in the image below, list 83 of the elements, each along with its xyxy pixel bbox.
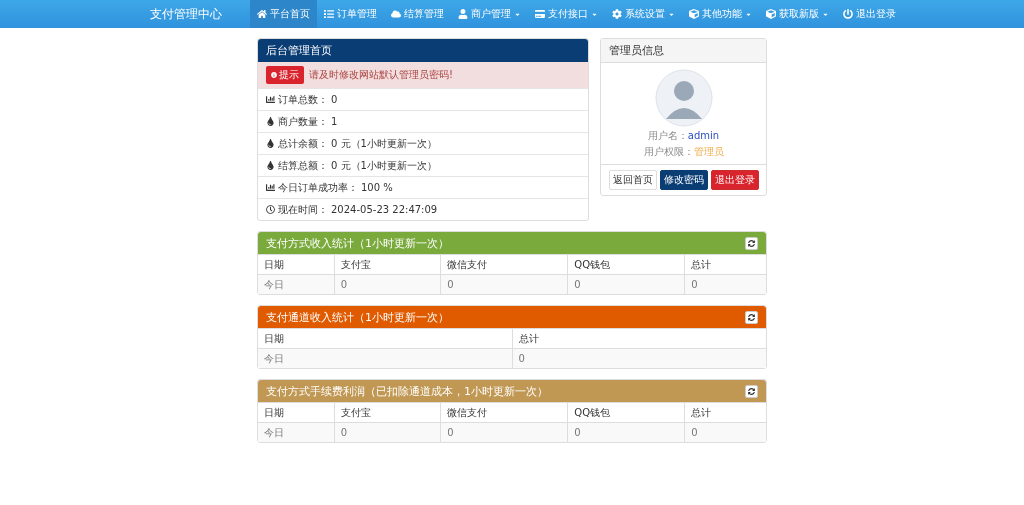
stat-label: 今日订单成功率： xyxy=(278,180,358,195)
power-icon xyxy=(843,9,853,19)
nav-item[interactable]: 订单管理 xyxy=(317,0,384,28)
refresh-button[interactable] xyxy=(745,310,758,324)
stat-label: 现在时间： xyxy=(278,202,328,217)
column-header: 日期 xyxy=(258,402,335,423)
nav-item[interactable]: 获取新版 xyxy=(759,0,836,28)
username-label: 用户名： xyxy=(647,130,688,141)
table-cell: 0 xyxy=(440,274,568,294)
table-cell: 0 xyxy=(684,422,766,442)
table-cell: 今日 xyxy=(258,348,512,368)
column-header: 微信支付 xyxy=(440,402,568,423)
panel-title: 支付方式手续费利润（已扣除通道成本，1小时更新一次） xyxy=(266,383,548,399)
panel-title: 支付方式收入统计（1小时更新一次） xyxy=(266,235,449,251)
admin-button[interactable]: 返回首页 xyxy=(608,170,657,190)
refresh-icon xyxy=(748,313,755,321)
role-label: 用户权限： xyxy=(643,146,694,157)
table-cell: 0 xyxy=(440,422,568,442)
nav-item[interactable]: 商户管理 xyxy=(451,0,528,28)
username: admin xyxy=(687,130,720,141)
stat-label: 结算总额： xyxy=(278,158,328,173)
card-title: 管理员信息 xyxy=(601,39,766,63)
cube-icon xyxy=(689,9,699,19)
list-icon xyxy=(324,9,334,19)
brand-title[interactable]: 支付管理中心 xyxy=(150,0,250,28)
column-header: 总计 xyxy=(512,328,766,349)
nav-item[interactable]: 平台首页 xyxy=(250,0,317,28)
clock-icon xyxy=(266,205,275,214)
table-cell: 0 xyxy=(567,422,685,442)
card-icon xyxy=(535,9,545,19)
column-header: 微信支付 xyxy=(440,254,568,275)
column-header: QQ钱包 xyxy=(567,402,685,423)
stat-value: 100 % xyxy=(361,182,393,193)
nav-item[interactable]: 其他功能 xyxy=(682,0,759,28)
column-header: 总计 xyxy=(684,402,766,423)
nav-item[interactable]: 系统设置 xyxy=(605,0,682,28)
role: 管理员 xyxy=(693,146,724,157)
column-header: 支付宝 xyxy=(334,254,441,275)
nav-item[interactable]: 结算管理 xyxy=(384,0,451,28)
table-cell: 今日 xyxy=(258,422,335,442)
user-icon xyxy=(458,9,468,19)
stat-label: 订单总数： xyxy=(278,92,328,107)
panel-title: 支付通道收入统计（1小时更新一次） xyxy=(266,309,449,325)
cog-icon xyxy=(612,9,622,19)
admin-button[interactable]: 退出登录 xyxy=(710,170,759,190)
stat-label: 商户数量： xyxy=(278,114,328,129)
table-cell: 0 xyxy=(334,274,441,294)
avatar xyxy=(654,69,713,127)
card-title: 后台管理首页 xyxy=(258,39,588,62)
table-cell: 0 xyxy=(334,422,441,442)
column-header: 支付宝 xyxy=(334,402,441,423)
nav-item[interactable]: 支付接口 xyxy=(528,0,605,28)
column-header: 日期 xyxy=(258,328,512,349)
stat-value: 0 元（1小时更新一次） xyxy=(331,158,437,173)
table-cell: 0 xyxy=(512,348,766,368)
alert-message: 请及时修改网站默认管理员密码! xyxy=(309,68,453,82)
chart-icon xyxy=(266,95,275,104)
nav-item[interactable]: 退出登录 xyxy=(836,0,903,28)
table-cell: 0 xyxy=(567,274,685,294)
refresh-icon xyxy=(748,239,755,247)
stat-value: 1 xyxy=(331,116,338,127)
column-header: 总计 xyxy=(684,254,766,275)
info-icon xyxy=(271,72,277,78)
tip-badge: 提示 xyxy=(266,66,304,84)
table-cell: 0 xyxy=(684,274,766,294)
drop-icon xyxy=(266,117,275,126)
column-header: 日期 xyxy=(258,254,335,275)
cloud-icon xyxy=(391,9,401,19)
drop-icon xyxy=(266,139,275,148)
cube-icon xyxy=(766,9,776,19)
home-icon xyxy=(257,9,267,19)
refresh-button[interactable] xyxy=(745,384,758,398)
refresh-icon xyxy=(748,387,755,395)
table-cell: 今日 xyxy=(258,274,335,294)
chart-icon xyxy=(266,183,275,192)
stat-value: 2024-05-23 22:47:09 xyxy=(331,204,438,215)
stat-value: 0 元（1小时更新一次） xyxy=(331,136,437,151)
stat-value: 0 xyxy=(331,94,338,105)
drop-icon xyxy=(266,161,275,170)
refresh-button[interactable] xyxy=(745,236,758,250)
stat-label: 总计余额： xyxy=(278,136,328,151)
admin-button[interactable]: 修改密码 xyxy=(659,170,708,190)
column-header: QQ钱包 xyxy=(567,254,685,275)
